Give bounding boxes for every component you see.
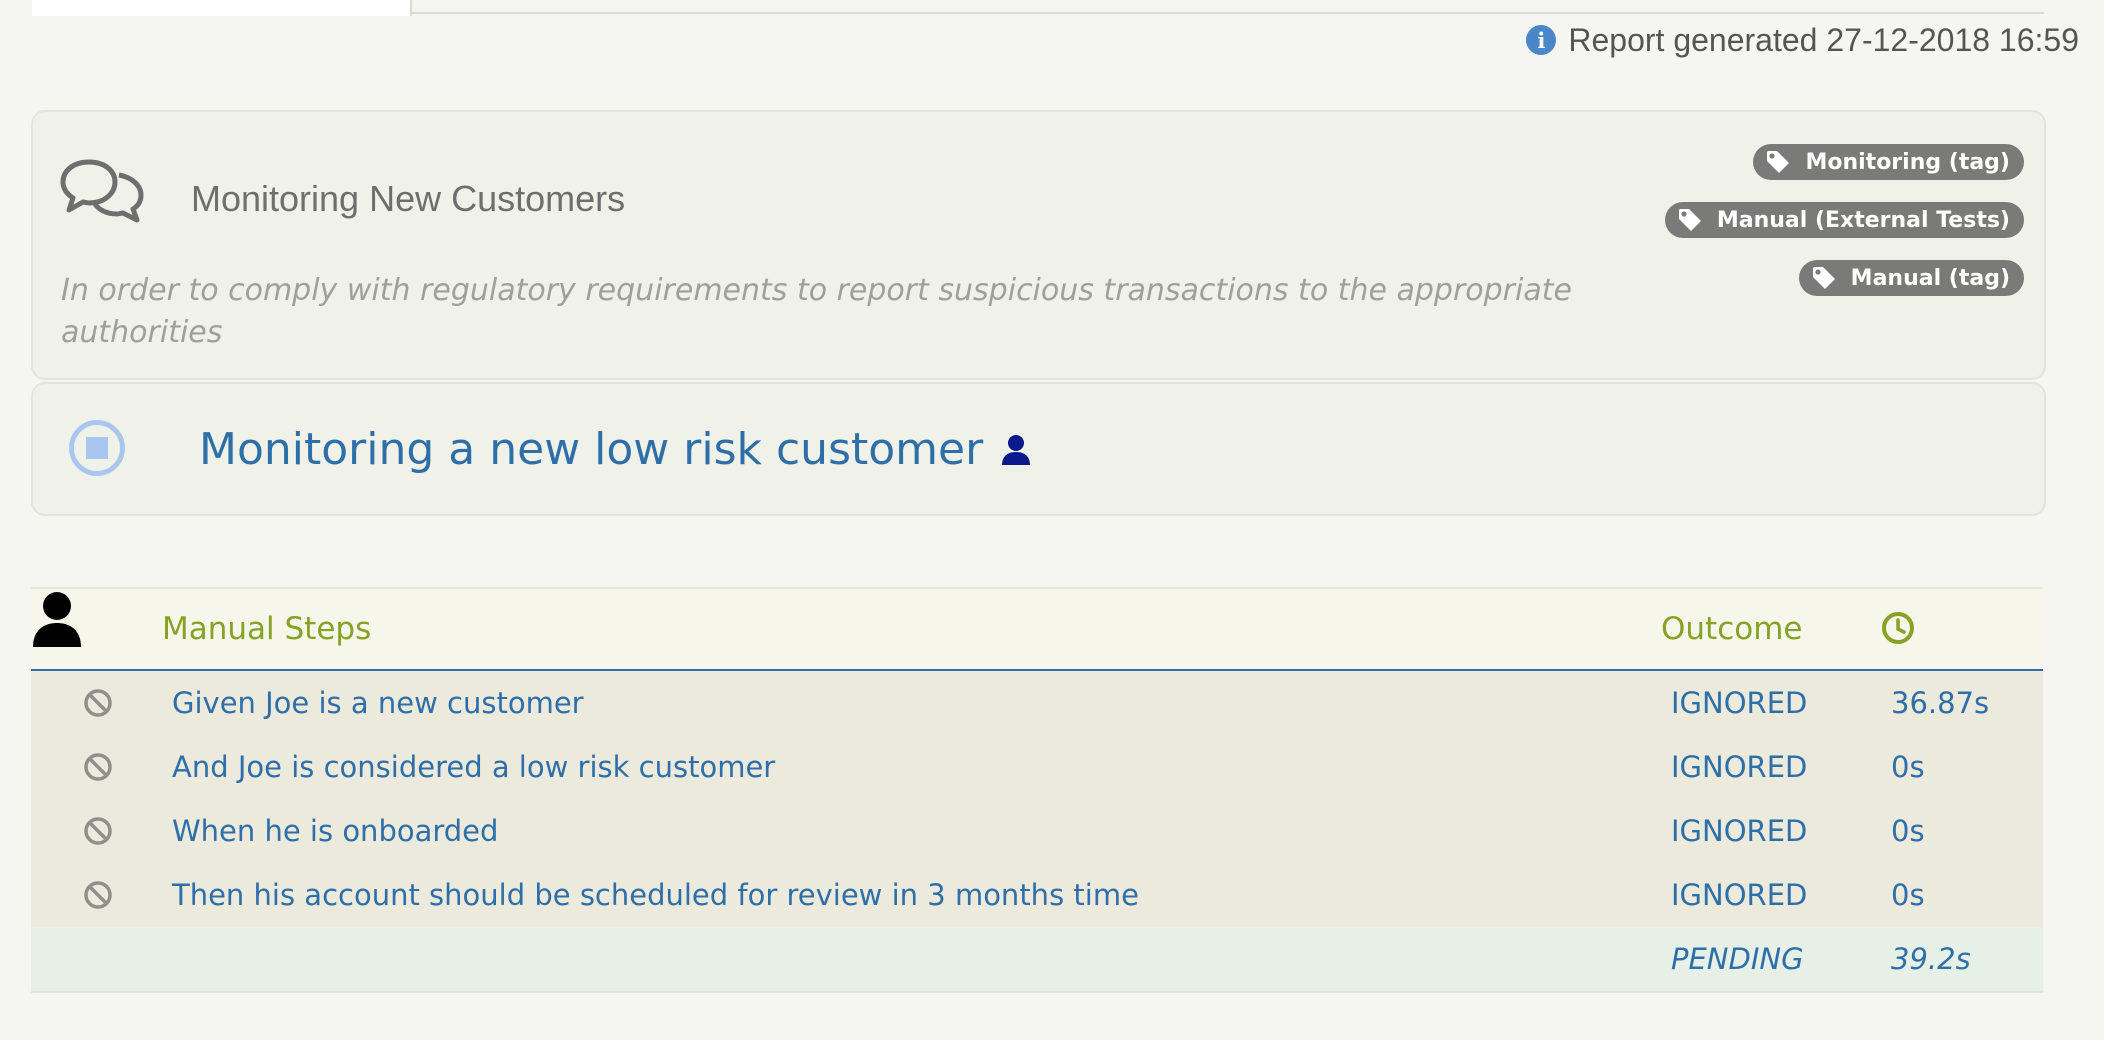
ban-icon: [84, 817, 112, 845]
scenario-panel: Monitoring a new low risk customer: [31, 382, 2046, 516]
summary-row: PENDING 39.2s: [31, 927, 2043, 993]
table-row: Then his account should be scheduled for…: [31, 863, 2043, 927]
stop-circle-icon: [69, 420, 125, 476]
report-generated: i Report generated 27-12-2018 16:59: [1526, 20, 2079, 60]
person-icon: [33, 592, 81, 647]
table-row: And Joe is considered a low risk custome…: [31, 735, 2043, 799]
tag-label: Manual (External Tests): [1716, 207, 2010, 233]
active-tab[interactable]: [32, 0, 412, 16]
step-outcome: IGNORED: [1671, 686, 1808, 720]
tag-list: Monitoring (tag) Manual (External Tests)…: [1664, 144, 2024, 296]
steps-header: Manual Steps Outcome: [31, 587, 2043, 671]
table-row: When he is onboarded IGNORED 0s: [31, 799, 2043, 863]
step-duration: 0s: [1891, 878, 1925, 912]
scenario-title[interactable]: Monitoring a new low risk customer: [199, 424, 1031, 475]
clock-icon: [1882, 612, 1914, 644]
step-duration: 36.87s: [1891, 686, 1990, 720]
total-outcome: PENDING: [1671, 942, 1804, 976]
tag-label: Monitoring (tag): [1805, 149, 2010, 175]
scenario-title-text: Monitoring a new low risk customer: [199, 424, 984, 475]
tag-manual-external-tests[interactable]: Manual (External Tests): [1664, 202, 2024, 238]
user-icon: [1002, 434, 1031, 465]
table-row: Given Joe is a new customer IGNORED 36.8…: [31, 671, 2043, 735]
total-duration: 39.2s: [1891, 942, 1971, 976]
feature-panel: Monitoring New Customers In order to com…: [31, 110, 2046, 380]
step-text[interactable]: And Joe is considered a low risk custome…: [172, 750, 775, 784]
step-duration: 0s: [1891, 750, 1925, 784]
manual-steps-header: Manual Steps: [162, 611, 372, 647]
tag-manual[interactable]: Manual (tag): [1798, 260, 2024, 296]
ban-icon: [84, 881, 112, 909]
step-outcome: IGNORED: [1671, 878, 1808, 912]
ban-icon: [84, 689, 112, 717]
tag-label: Manual (tag): [1850, 265, 2010, 291]
tag-icon: [1767, 151, 1790, 173]
info-icon: i: [1526, 25, 1557, 55]
feature-description: In order to comply with regulatory requi…: [61, 273, 1572, 350]
step-text[interactable]: When he is onboarded: [172, 814, 498, 848]
comments-icon: [60, 159, 144, 223]
report-generated-text: Report generated 27-12-2018 16:59: [1568, 21, 2079, 58]
step-text[interactable]: Given Joe is a new customer: [172, 686, 584, 720]
tag-monitoring[interactable]: Monitoring (tag): [1753, 144, 2024, 180]
tag-icon: [1812, 267, 1835, 289]
steps-table: Manual Steps Outcome Given Joe is a new …: [31, 587, 2043, 993]
feature-title: Monitoring New Customers: [191, 178, 626, 219]
tag-icon: [1678, 209, 1701, 231]
step-duration: 0s: [1891, 814, 1925, 848]
report-page: i Report generated 27-12-2018 16:59 Moni…: [0, 0, 2104, 1040]
step-text[interactable]: Then his account should be scheduled for…: [172, 878, 1139, 912]
ban-icon: [84, 753, 112, 781]
outcome-header: Outcome: [1661, 611, 1803, 647]
step-outcome: IGNORED: [1671, 814, 1808, 848]
step-outcome: IGNORED: [1671, 750, 1808, 784]
